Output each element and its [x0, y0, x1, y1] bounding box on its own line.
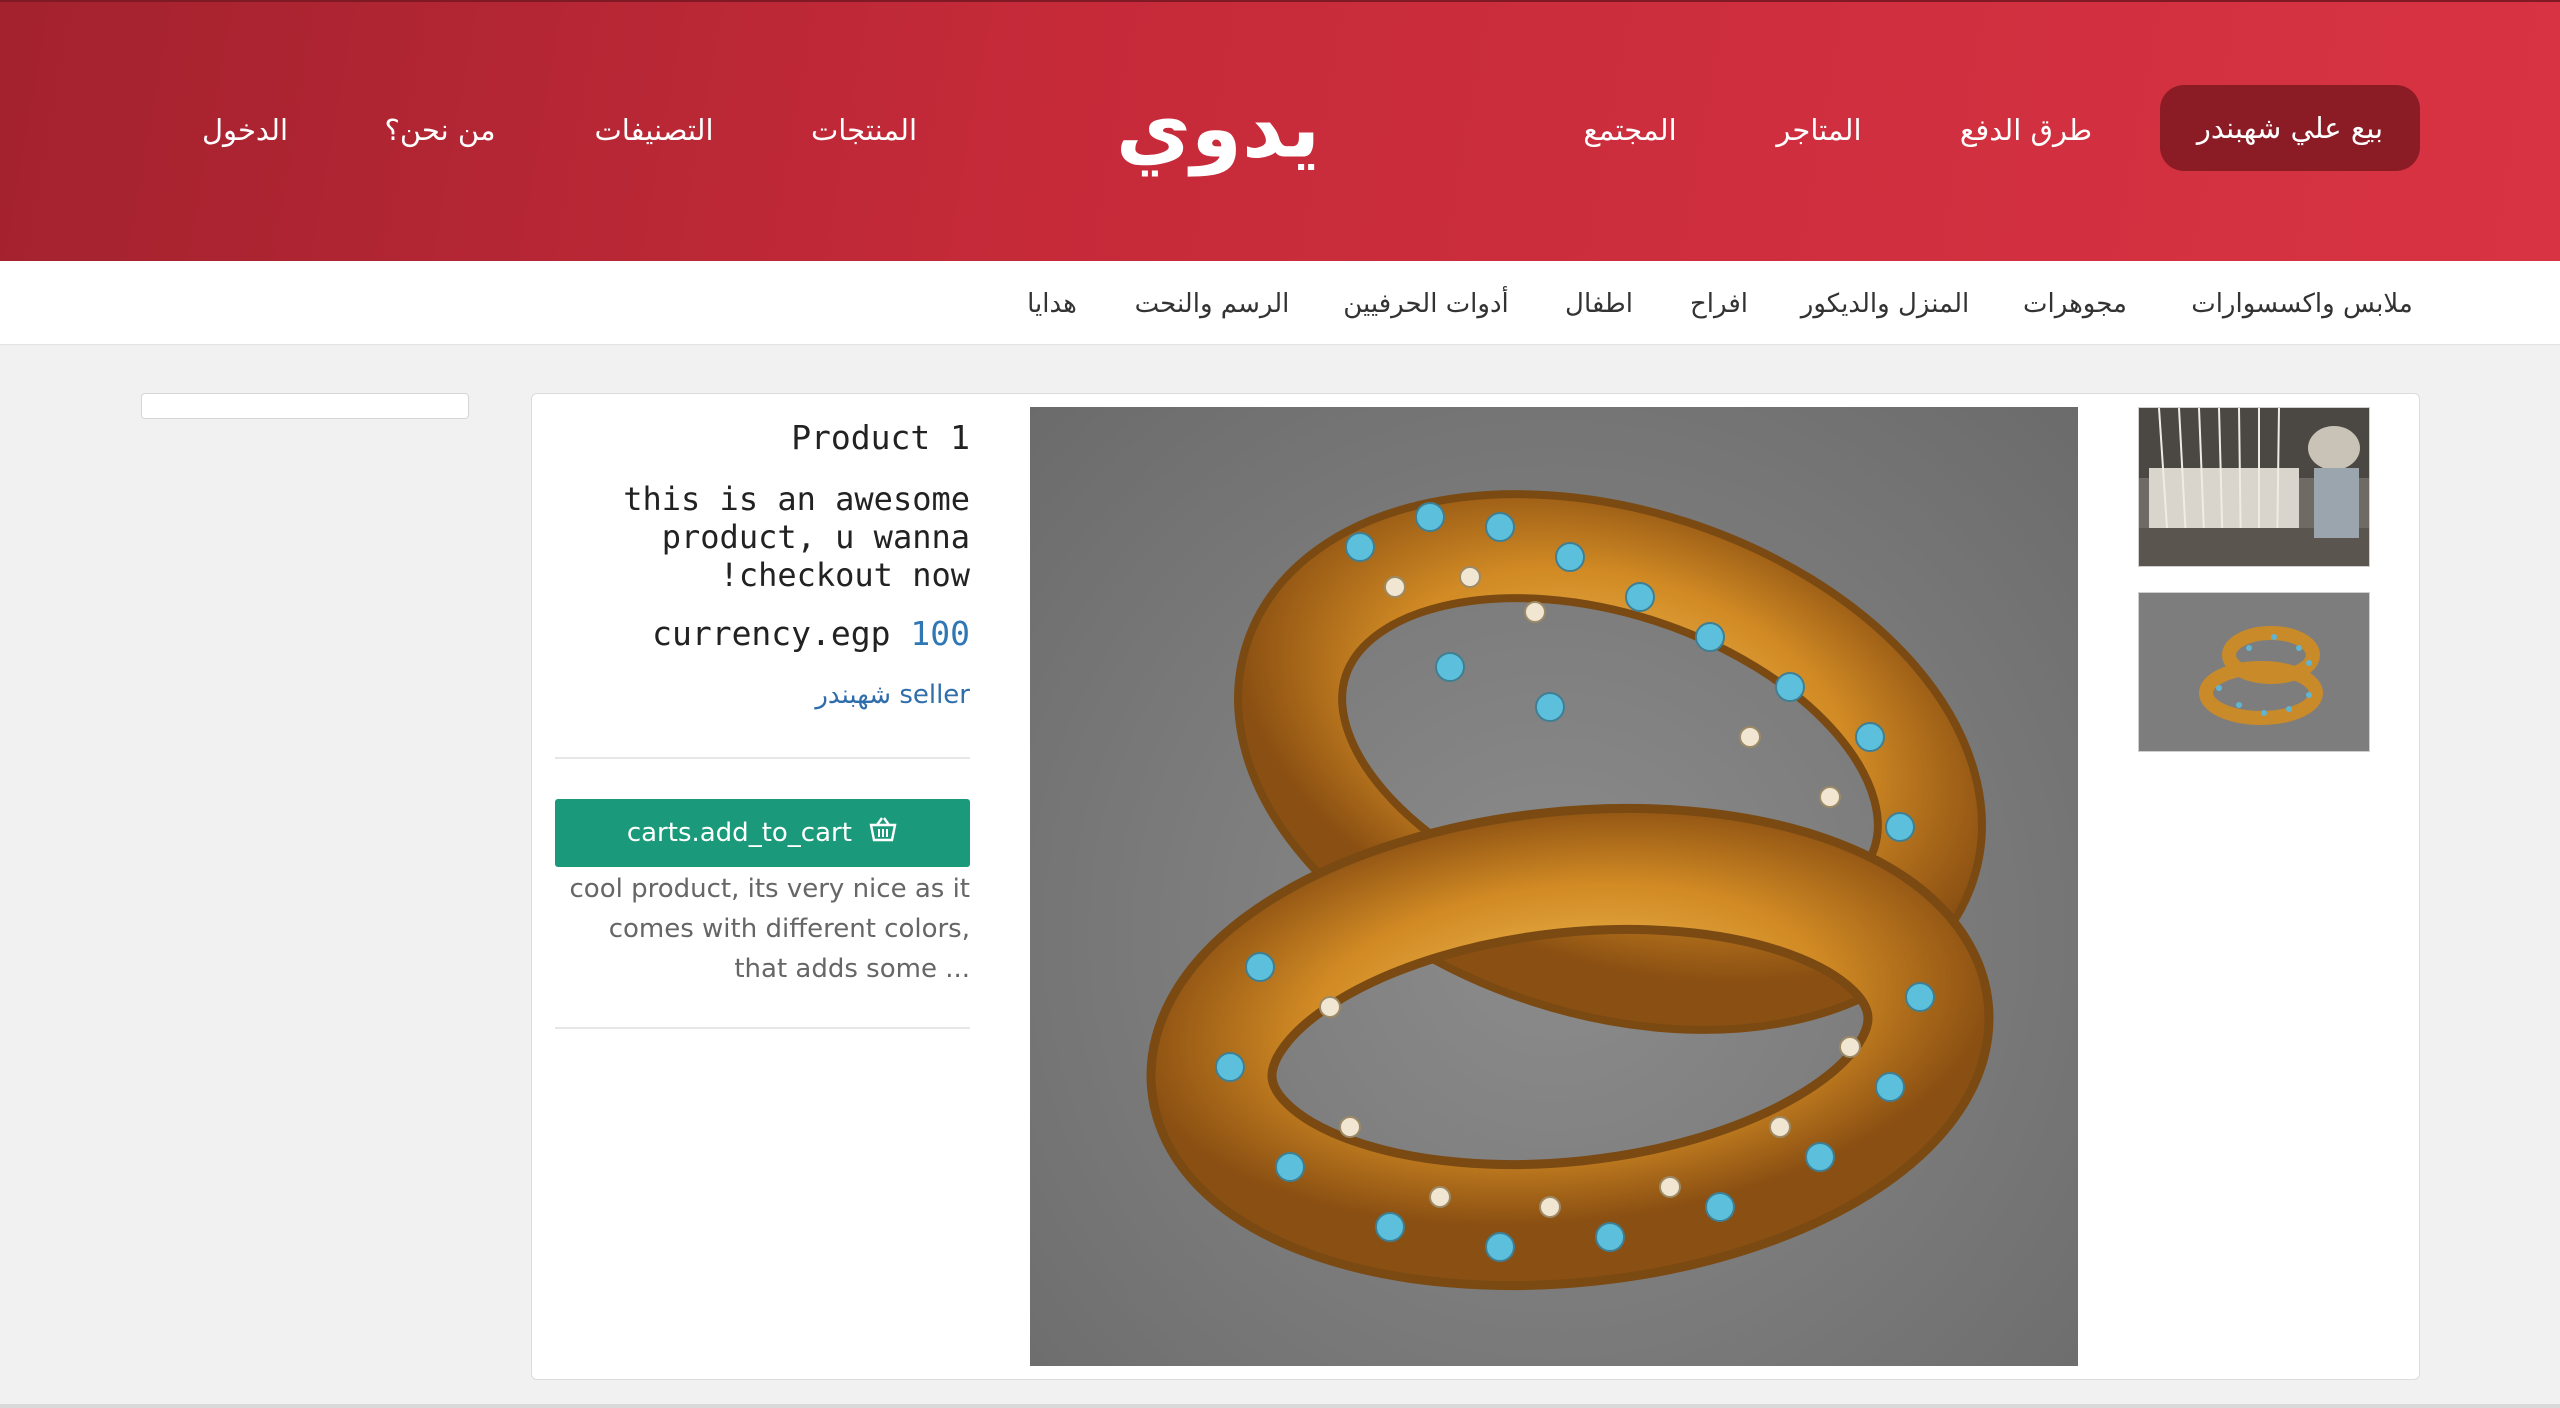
sidebar-panel	[141, 393, 469, 419]
divider	[555, 757, 970, 759]
category-home-decor[interactable]: المنزل والديكور	[1801, 285, 1969, 323]
site-logo[interactable]: يدوي	[1116, 82, 1320, 177]
sell-on-shahbandar-button[interactable]: بيع علي شهبندر	[2160, 85, 2420, 171]
bangles-photo-icon	[2139, 593, 2369, 751]
footer-edge	[0, 1404, 2560, 1408]
category-clothes-accessories[interactable]: ملابس واكسسوارات	[2191, 285, 2413, 323]
product-title: Product 1	[791, 418, 970, 457]
category-jewelry[interactable]: مجوهرات	[2023, 285, 2127, 323]
category-painting-sculpture[interactable]: الرسم والنحت	[1135, 285, 1290, 323]
product-description: this is an awesome product, u wanna chec…	[623, 480, 970, 594]
site-header: بيع علي شهبندر طرق الدفع المتاجر المجتمع…	[0, 0, 2560, 261]
divider	[555, 1027, 970, 1029]
add-to-cart-label: carts.add_to_cart	[626, 818, 852, 848]
add-to-cart-button[interactable]: carts.add_to_cart	[555, 799, 970, 867]
seller-name[interactable]: شهبندر	[815, 680, 891, 710]
nav-community[interactable]: المجتمع	[1583, 110, 1676, 150]
product-main-image[interactable]	[1030, 407, 2078, 1366]
product-thumbnail-bangles[interactable]	[2138, 592, 2370, 752]
category-bar: ملابس واكسسوارات مجوهرات المنزل والديكور…	[0, 261, 2560, 345]
bangles-image-icon	[1146, 490, 1994, 1291]
nav-categories[interactable]: التصنيفات	[594, 110, 713, 150]
nav-stores[interactable]: المتاجر	[1776, 110, 1861, 150]
nav-payment-methods[interactable]: طرق الدفع	[1960, 110, 2092, 150]
category-kids[interactable]: اطفال	[1565, 285, 1633, 323]
basket-icon	[868, 800, 898, 868]
loom-photo-icon	[2139, 408, 2369, 566]
nav-about-us[interactable]: من نحن؟	[384, 110, 495, 150]
seller-label[interactable]: seller	[899, 680, 970, 710]
seller-link[interactable]: شهبندر seller	[555, 680, 970, 710]
product-thumbnail-weaving[interactable]	[2138, 407, 2370, 567]
category-gifts[interactable]: هدايا	[1027, 285, 1077, 323]
price-amount: 100	[910, 614, 970, 653]
nav-products[interactable]: المنتجات	[811, 110, 917, 150]
nav-login[interactable]: الدخول	[202, 110, 288, 150]
category-craft-tools[interactable]: أدوات الحرفيين	[1343, 285, 1509, 323]
product-long-description: cool product, its very nice as it comes …	[569, 874, 971, 984]
category-weddings[interactable]: افراح	[1690, 285, 1748, 323]
currency-label: currency.egp	[652, 614, 891, 653]
product-price: currency.egp 100	[555, 614, 970, 653]
